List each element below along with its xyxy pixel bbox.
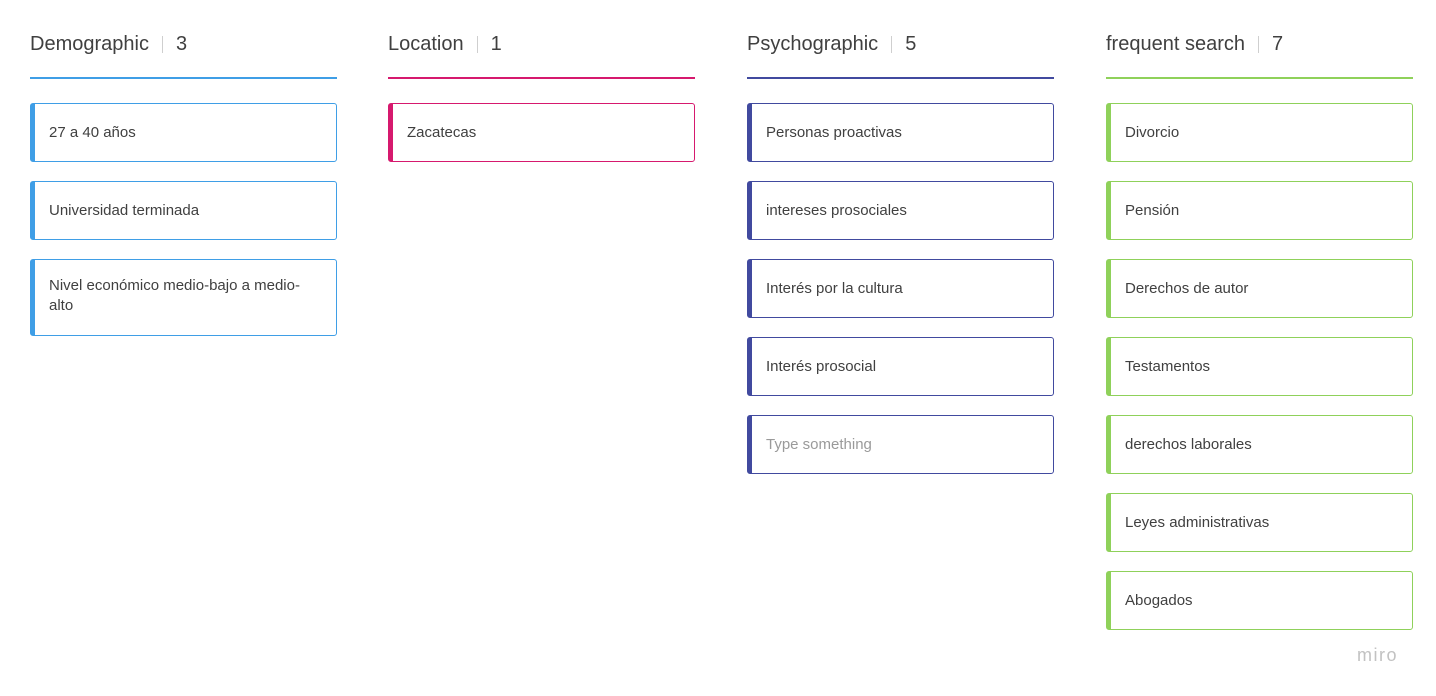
column-header[interactable]: Location 1 [388,30,502,58]
card[interactable]: Divorcio [1106,103,1413,162]
column-title: frequent search [1106,32,1245,55]
card[interactable]: derechos laborales [1106,415,1413,474]
header-separator [891,35,893,53]
card[interactable]: Universidad terminada [30,181,337,240]
column-header[interactable]: frequent search 7 [1106,30,1283,58]
card[interactable]: Interés por la cultura [747,259,1054,318]
column-count: 3 [175,32,188,55]
column-rule [388,77,695,79]
board: Demographic 3 27 a 40 años Universidad t… [0,0,1436,696]
card-list: Zacatecas [388,103,695,181]
card[interactable]: Pensión [1106,181,1413,240]
card[interactable]: Testamentos [1106,337,1413,396]
column-header[interactable]: Psychographic 5 [747,30,916,58]
new-card-input[interactable]: Type something [747,415,1054,474]
miro-logo: miro [1357,645,1398,665]
card[interactable]: Nivel económico medio-bajo a medio-alto [30,259,337,336]
card[interactable]: Personas proactivas [747,103,1054,162]
column-count: 5 [905,32,917,55]
column-count: 7 [1271,32,1284,55]
card[interactable]: Interés prosocial [747,337,1054,396]
header-separator [476,35,478,53]
header-separator [1257,35,1259,53]
card-list: 27 a 40 años Universidad terminada Nivel… [30,103,337,355]
column-title: Psychographic [747,32,879,55]
column-title: Demographic [30,32,149,55]
card[interactable]: Zacatecas [388,103,695,162]
card[interactable]: 27 a 40 años [30,103,337,162]
card-list: Divorcio Pensión Derechos de autor Testa… [1106,103,1413,649]
header-separator [161,35,163,53]
column-rule [30,77,337,79]
column-title: Location [388,32,464,55]
column-count: 1 [490,32,502,55]
column-rule [747,77,1054,79]
card[interactable]: Leyes administrativas [1106,493,1413,552]
card[interactable]: Abogados [1106,571,1413,630]
card[interactable]: Derechos de autor [1106,259,1413,318]
column-rule [1106,77,1413,79]
card[interactable]: intereses prosociales [747,181,1054,240]
card-list: Personas proactivas intereses prosociale… [747,103,1054,493]
column-header[interactable]: Demographic 3 [30,30,187,58]
